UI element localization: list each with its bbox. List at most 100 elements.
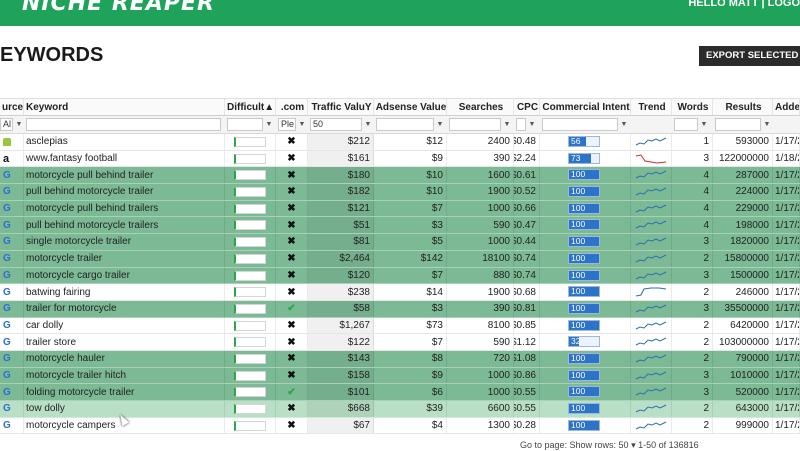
table-row[interactable]: Gmotorcycle pull behind trailer ✖ $180 $10 1… bbox=[0, 167, 800, 185]
table-row[interactable]: asclepias ✖ $212 $12 2400 $0.48 56 1 593000 1/17/… bbox=[0, 134, 800, 151]
filter-words-input[interactable] bbox=[674, 118, 698, 131]
table-row[interactable]: Gtrailer store ✖ $122 $7 590 $1.12 32 2 10300000… bbox=[0, 334, 800, 351]
keyword-text[interactable]: batwing fairing bbox=[26, 287, 90, 298]
table-row[interactable]: Gmotorcycle trailer ✖ $2,464 $142 18100 $0.74… bbox=[0, 250, 800, 268]
traffic-value: $180 bbox=[347, 169, 370, 181]
table-row[interactable]: Gpull behind motorcycle trailer ✖ $182 $10 1… bbox=[0, 184, 800, 201]
cell-keyword[interactable]: motorcycle pull behind trailers bbox=[24, 200, 225, 217]
filter-searches-input[interactable] bbox=[449, 118, 501, 131]
column-header-results[interactable]: Results bbox=[713, 99, 773, 115]
keyword-text[interactable]: motorcycle pull behind trailers bbox=[26, 203, 158, 214]
table-row[interactable]: Gtrailer for motorcycle ✔ $58 $3 390 $0.81 100… bbox=[0, 300, 800, 318]
filter-com-dropdown-icon[interactable]: ▼ bbox=[297, 118, 307, 131]
filter-results-dropdown-icon[interactable]: ▼ bbox=[762, 118, 772, 131]
cell-difficulty bbox=[225, 134, 276, 150]
pagination-footer[interactable]: Go to page: Show rows: 50 ▾ 1-50 of 1368… bbox=[520, 440, 699, 451]
keyword-text[interactable]: trailer for motorcycle bbox=[26, 303, 117, 314]
table-row[interactable]: Gmotorcycle cargo trailer ✖ $120 $7 880 $0.74… bbox=[0, 267, 800, 285]
column-header-cpc[interactable]: CPC bbox=[514, 99, 540, 115]
app-logo[interactable]: NICHE REAPER bbox=[22, 0, 215, 16]
column-header-searches[interactable]: Searches bbox=[447, 99, 514, 115]
filter-keyword-input[interactable] bbox=[26, 118, 221, 131]
adsense-value: $10 bbox=[426, 169, 443, 181]
column-header-traffic[interactable]: Traffic ValuY bbox=[308, 99, 374, 115]
filter-adsense-input[interactable] bbox=[376, 118, 434, 131]
keyword-text[interactable]: car dolly bbox=[26, 320, 63, 331]
keyword-text[interactable]: motorcycle hauler bbox=[26, 353, 105, 364]
keyword-text[interactable]: motorcycle campers bbox=[26, 420, 115, 431]
filter-results-input[interactable] bbox=[715, 118, 761, 131]
filter-adsense-dropdown-icon[interactable]: ▼ bbox=[435, 118, 445, 131]
table-row[interactable]: Gfolding motorcycle trailer ✔ $101 $6 1000 $0… bbox=[0, 384, 800, 401]
keyword-text[interactable]: motorcycle pull behind trailer bbox=[26, 170, 153, 181]
table-row[interactable]: awww.fantasy football✖$161$9390$2.247331… bbox=[0, 150, 800, 168]
cell-keyword[interactable]: motorcycle pull behind trailer bbox=[24, 167, 225, 184]
export-selected-button[interactable]: EXPORT SELECTED TO bbox=[699, 46, 800, 66]
cell-keyword[interactable]: pull behind motorcycle trailer bbox=[24, 184, 225, 200]
filter-difficulty-dropdown-icon[interactable]: ▼ bbox=[264, 118, 274, 131]
cell-keyword[interactable]: www.fantasy football bbox=[24, 150, 225, 167]
cpc-value: $0.52 bbox=[514, 186, 536, 198]
filter-source-dropdown-icon[interactable]: ▼ bbox=[14, 118, 24, 131]
cell-keyword[interactable]: car dolly bbox=[24, 317, 225, 334]
cell-keyword[interactable]: batwing fairing bbox=[24, 284, 225, 300]
column-header-words[interactable]: Words bbox=[672, 99, 713, 115]
keyword-text[interactable]: tow dolly bbox=[26, 403, 65, 414]
keyword-text[interactable]: pull behind motorcycle trailers bbox=[26, 220, 158, 231]
column-header-difficulty[interactable]: Difficult▲ bbox=[225, 99, 276, 115]
table-row[interactable]: Gmotorcycle trailer hitch ✖ $158 $9 1000 $0.8… bbox=[0, 367, 800, 385]
filter-source-input[interactable]: Al bbox=[0, 118, 13, 131]
filter-intent-input[interactable] bbox=[542, 118, 618, 131]
table-row[interactable]: Gbatwing fairing ✖ $238 $14 1900 $0.68 100 2 246… bbox=[0, 284, 800, 301]
column-header-adsense[interactable]: Adsense Value bbox=[374, 99, 447, 115]
keyword-text[interactable]: trailer store bbox=[26, 337, 76, 348]
table-row[interactable]: Gcar dolly ✖ $1,267 $73 8100 $0.85 100 2 6420000… bbox=[0, 317, 800, 335]
cell-words: 1 bbox=[672, 134, 713, 150]
keyword-text[interactable]: asclepias bbox=[26, 136, 68, 147]
filter-traffic-dropdown-icon[interactable]: ▼ bbox=[363, 118, 373, 131]
difficulty-bar bbox=[234, 137, 266, 147]
cell-keyword[interactable]: trailer store bbox=[24, 334, 225, 350]
filter-difficulty-input[interactable] bbox=[227, 118, 263, 131]
cell-keyword[interactable]: single motorcycle trailer bbox=[24, 234, 225, 250]
column-header-source[interactable]: urce bbox=[0, 99, 24, 115]
keyword-text[interactable]: motorcycle trailer bbox=[26, 253, 102, 264]
keyword-text[interactable]: www.fantasy football bbox=[26, 153, 117, 164]
filter-traffic-input[interactable]: 50 bbox=[310, 118, 362, 131]
keyword-text[interactable]: motorcycle trailer hitch bbox=[26, 370, 126, 381]
cell-traffic: $51 bbox=[308, 217, 374, 234]
cell-keyword[interactable]: pull behind motorcycle trailers bbox=[24, 217, 225, 234]
cpc-value: $0.47 bbox=[514, 219, 536, 231]
keyword-text[interactable]: folding motorcycle trailer bbox=[26, 387, 134, 398]
filter-intent-dropdown-icon[interactable]: ▼ bbox=[619, 118, 629, 131]
commercial-intent-bar: 100 bbox=[568, 219, 600, 231]
cell-keyword[interactable]: folding motorcycle trailer bbox=[24, 384, 225, 400]
filter-cpc-input[interactable] bbox=[516, 118, 526, 131]
table-row[interactable]: Gmotorcycle pull behind trailers ✖ $121 $7 1… bbox=[0, 200, 800, 218]
cell-results: 198000 bbox=[713, 217, 773, 234]
column-header-intent[interactable]: Commercial Intent bbox=[540, 99, 631, 115]
table-row[interactable]: Gsingle motorcycle trailer ✖ $81 $5 1000 $0.4… bbox=[0, 234, 800, 251]
cell-keyword[interactable]: motorcycle cargo trailer bbox=[24, 267, 225, 284]
table-row[interactable]: Gmotorcycle hauler ✖ $143 $8 720 $1.08 100 2 790… bbox=[0, 350, 800, 368]
table-row[interactable]: Gpull behind motorcycle trailers ✖ $51 $3 59… bbox=[0, 217, 800, 235]
filter-com-input[interactable]: Ple bbox=[278, 118, 296, 131]
cell-keyword[interactable]: trailer for motorcycle bbox=[24, 300, 225, 317]
keyword-text[interactable]: single motorcycle trailer bbox=[26, 236, 131, 247]
filter-words-dropdown-icon[interactable]: ▼ bbox=[699, 118, 709, 131]
cell-keyword[interactable]: motorcycle hauler bbox=[24, 350, 225, 367]
column-header-added[interactable]: Adde bbox=[773, 99, 800, 115]
column-header-keyword[interactable]: Keyword bbox=[24, 99, 225, 115]
cell-keyword[interactable]: asclepias bbox=[24, 134, 225, 150]
keyword-text[interactable]: motorcycle cargo trailer bbox=[26, 270, 130, 281]
cell-keyword[interactable]: motorcycle trailer bbox=[24, 250, 225, 267]
cell-keyword[interactable]: motorcycle trailer hitch bbox=[24, 367, 225, 384]
column-header-com[interactable]: .com bbox=[276, 99, 308, 115]
column-header-trend[interactable]: Trend bbox=[631, 99, 672, 115]
user-greeting[interactable]: HELLO MATT | LOGO bbox=[688, 0, 800, 9]
cell-trend bbox=[631, 384, 672, 400]
filter-searches-dropdown-icon[interactable]: ▼ bbox=[502, 118, 512, 131]
filter-cpc-dropdown-icon[interactable]: ▼ bbox=[527, 118, 537, 131]
cell-traffic: $67 bbox=[308, 417, 374, 434]
keyword-text[interactable]: pull behind motorcycle trailer bbox=[26, 186, 153, 197]
